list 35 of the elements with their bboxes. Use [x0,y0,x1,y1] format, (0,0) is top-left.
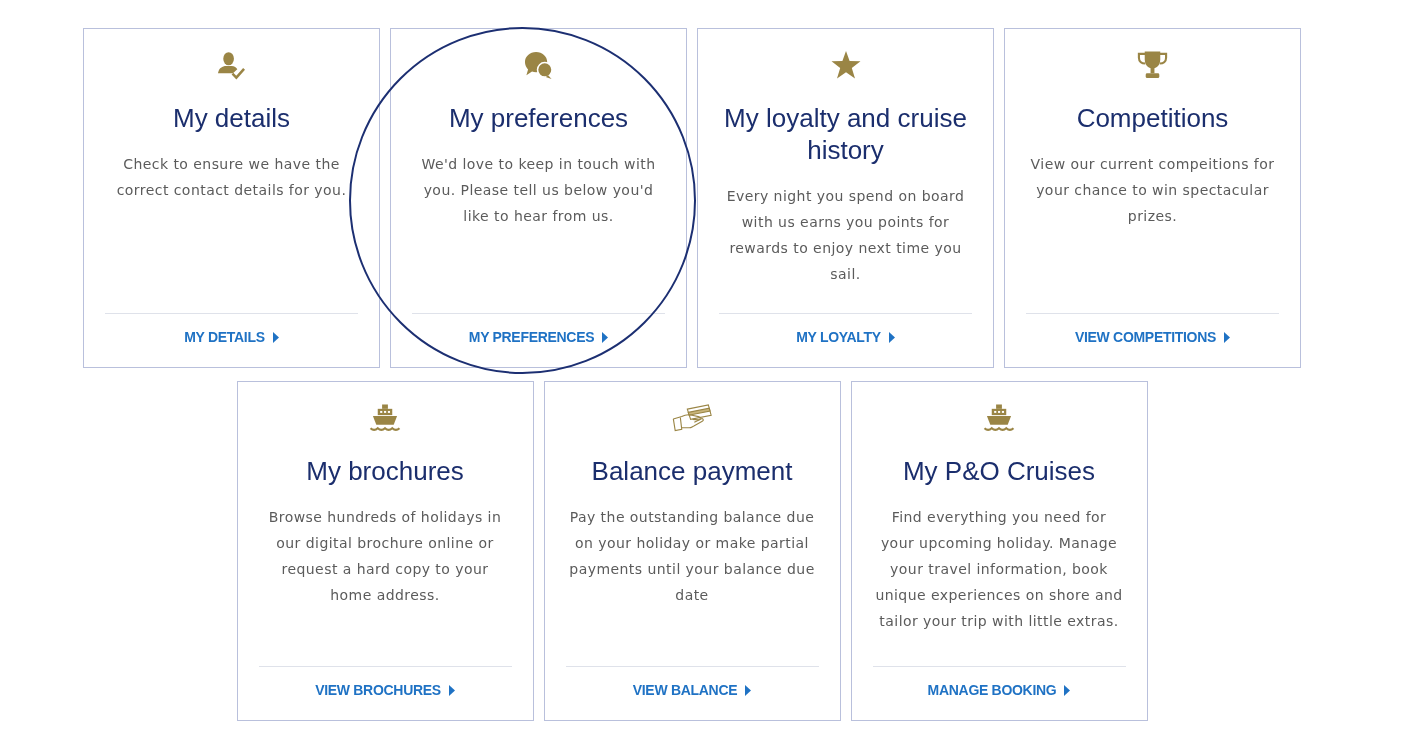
card-title: Balance payment [590,455,794,487]
ship-icon [369,403,401,433]
card-description: View our current compeitions for your chance to win spectacular prizes. [1029,155,1276,226]
hand-card-icon [671,404,713,432]
card-description: Browse hundreds of holidays in our digital brochure online or request a hard copy to your home address. [267,508,503,605]
speech-bubbles-icon [524,50,553,80]
caret-icon [888,331,895,343]
card-link[interactable]: VIEW BALANCE [632,679,752,701]
card-link[interactable]: MY PREFERENCES [468,326,609,348]
card-link[interactable]: VIEW BROCHURES [315,679,455,701]
card-link[interactable]: VIEW COMPETITIONS [1074,326,1231,348]
caret-icon [1064,684,1071,696]
card-title: My brochures [305,455,465,487]
star-icon [830,51,861,79]
card-description: Find everything you need for your upcoming holiday. Manage your travel information, book unique experiences on shore and tailor your trip with little extras. [874,508,1124,631]
person-check-icon [217,50,246,80]
card-title: My P&O Cruises [901,455,1097,487]
card-description: Every night you spend on board with us earns you points for rewards to enjoy next time you sail. [725,187,966,284]
card-description: Check to ensure we have the correct contact details for you. [115,155,348,200]
card-title: My details [171,102,291,134]
card-title: Competitions [1075,102,1230,134]
card-description: We'd love to keep in touch with you. Please tell us below you'd like to hear from us. [420,155,657,226]
caret-icon [745,684,752,696]
card-title: My preferences [447,102,630,134]
caret-icon [272,331,279,343]
trophy-icon [1136,50,1169,80]
caret-icon [448,684,455,696]
card-link[interactable]: MY DETAILS [184,326,279,348]
card-title: My loyalty and cruise history [723,102,968,166]
ship-icon [983,403,1015,433]
card-link[interactable]: MY LOYALTY [796,326,895,348]
card-link[interactable]: MANAGE BOOKING [927,679,1071,701]
caret-icon [602,331,609,343]
card-description: Pay the outstanding balance due on your holiday or make partial payments until your balance due date [568,508,816,605]
caret-icon [1224,331,1231,343]
